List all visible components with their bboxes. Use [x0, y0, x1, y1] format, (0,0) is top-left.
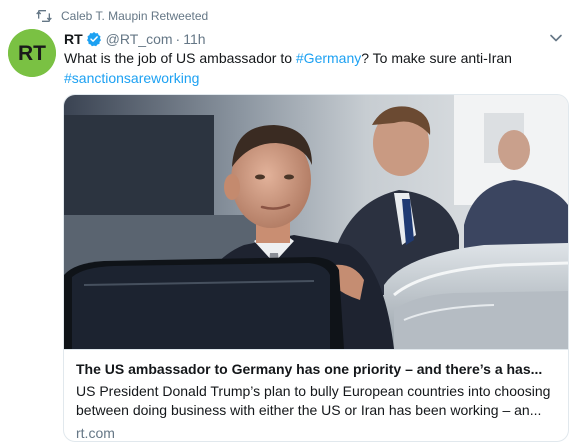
tweet-text-part: ? To make sure anti-Iran — [361, 50, 512, 66]
link-card[interactable]: The US ambassador to Germany has one pri… — [63, 94, 569, 442]
user-handle[interactable]: @RT_com — [106, 31, 173, 47]
card-image[interactable] — [64, 95, 568, 349]
card-body[interactable]: The US ambassador to Germany has one pri… — [64, 349, 568, 441]
separator-dot: · — [175, 31, 181, 47]
hashtag-germany[interactable]: #Germany — [296, 50, 361, 66]
display-name[interactable]: RT — [64, 31, 83, 47]
tweet-text: What is the job of US ambassador to #Ger… — [64, 48, 564, 88]
hashtag-sanctionsareworking[interactable]: #sanctionsareworking — [64, 70, 199, 86]
avatar[interactable]: RT — [8, 29, 56, 77]
card-description: US President Donald Trump’s plan to bull… — [76, 383, 551, 418]
rt-logo: RT — [8, 29, 56, 77]
tweet-header: RT @RT_com · 11h — [64, 30, 206, 48]
retweet-icon — [36, 10, 52, 22]
verified-badge-icon — [86, 32, 101, 47]
chevron-down-icon[interactable] — [548, 30, 564, 46]
avatar-logo-text: RT — [18, 42, 46, 65]
retweeter-label: Caleb T. Maupin Retweeted — [61, 9, 209, 23]
retweet-indicator[interactable]: Caleb T. Maupin Retweeted — [36, 8, 208, 24]
tweet-text-part: What is the job of US ambassador to — [64, 50, 296, 66]
card-photo — [64, 95, 568, 349]
card-title[interactable]: The US ambassador to Germany has one pri… — [76, 360, 556, 378]
timestamp[interactable]: 11h — [183, 31, 205, 47]
card-domain[interactable]: rt.com — [76, 424, 556, 441]
